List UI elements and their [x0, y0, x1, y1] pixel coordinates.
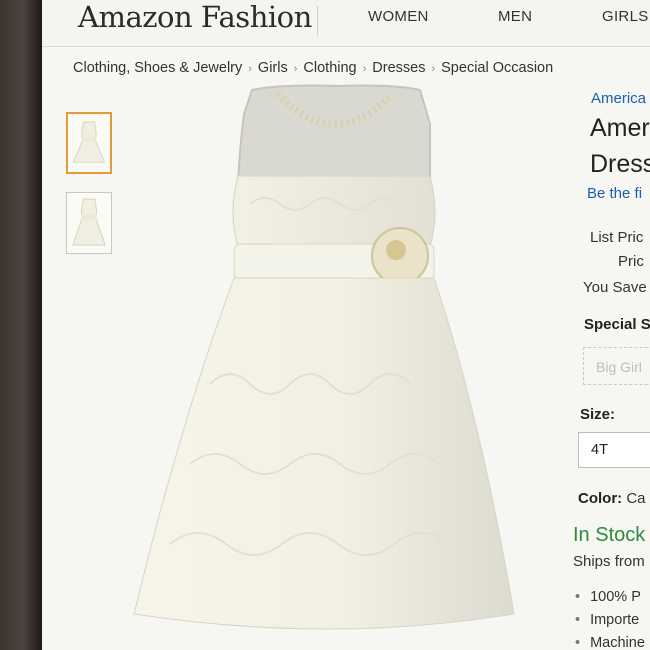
breadcrumb-girls[interactable]: Girls	[258, 60, 288, 76]
color-label: Color:	[578, 490, 623, 507]
breadcrumb-special-occasion[interactable]: Special Occasion	[441, 60, 553, 76]
chevron-right-icon: ›	[248, 63, 252, 75]
chevron-right-icon: ›	[293, 63, 298, 75]
special-size-select[interactable]: Big Girl	[583, 347, 650, 385]
breadcrumb-clothing[interactable]: Clothing	[303, 60, 356, 76]
bullet-item: • Machine	[575, 635, 645, 650]
breadcrumb: Clothing, Shoes & Jewelry › Girls › Clothing…	[73, 60, 553, 76]
dress-image	[133, 84, 515, 630]
product-title-line1: Amer	[590, 114, 650, 142]
thumbnail-back[interactable]	[66, 192, 112, 254]
bullet-icon: •	[575, 589, 581, 605]
thumbnail-front[interactable]	[66, 112, 112, 174]
brand-link[interactable]: America	[591, 90, 646, 107]
product-title-line2: Dress	[590, 150, 650, 178]
monitor-bezel	[0, 0, 42, 650]
header-divider	[317, 6, 318, 36]
chevron-right-icon: ›	[431, 63, 436, 75]
size-value: 4T	[591, 442, 608, 458]
header-bar: Amazon Fashion WOMEN MEN GIRLS	[42, 0, 650, 47]
color-row: Color: Ca	[578, 490, 646, 507]
size-label: Size:	[580, 406, 616, 423]
dress-thumbnail-icon	[72, 198, 106, 246]
nav-men[interactable]: MEN	[498, 8, 532, 25]
product-image[interactable]	[130, 84, 530, 650]
availability-status: In Stock	[573, 524, 646, 546]
browser-screen: Amazon Fashion WOMEN MEN GIRLS Clothing,…	[42, 0, 650, 650]
breadcrumb-clothing-shoes-jewelry[interactable]: Clothing, Shoes & Jewelry	[73, 60, 242, 76]
you-save-label: You Save	[583, 279, 647, 296]
amazon-fashion-logo[interactable]: Amazon Fashion	[78, 0, 312, 34]
ships-from-label: Ships from	[573, 553, 645, 570]
bullet-item: • Importe	[575, 612, 640, 628]
bullet-item: • 100% P	[575, 589, 641, 605]
bullet-icon: •	[575, 612, 581, 628]
price-label: Pric	[618, 253, 644, 270]
dress-thumbnail-icon	[72, 121, 106, 163]
bullet-icon: •	[575, 635, 581, 650]
nav-women[interactable]: WOMEN	[368, 8, 429, 25]
nav-girls[interactable]: GIRLS	[602, 8, 649, 25]
chevron-right-icon: ›	[362, 63, 367, 75]
size-select[interactable]: 4T	[578, 432, 650, 468]
color-value: Ca	[626, 490, 646, 507]
special-size-label: Special S	[584, 316, 650, 333]
breadcrumb-dresses[interactable]: Dresses	[372, 60, 425, 76]
list-price-label: List Pric	[590, 229, 644, 246]
review-link[interactable]: Be the fi	[587, 185, 642, 202]
